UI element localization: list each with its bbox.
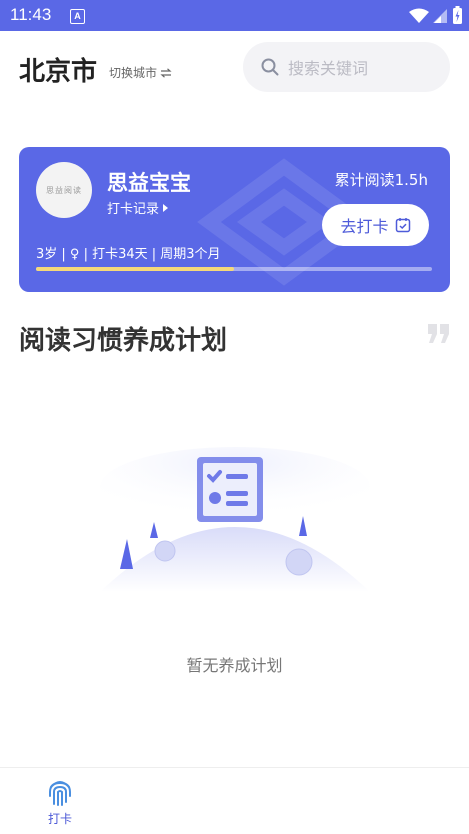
checkin-button-label: 去打卡 xyxy=(340,217,389,236)
checkin-record-label: 打卡记录 xyxy=(107,202,160,217)
avatar: 思益阅读 xyxy=(36,162,92,218)
city-name[interactable]: 北京市 xyxy=(19,51,97,88)
swap-icon xyxy=(160,67,172,78)
cycle-progress-bar xyxy=(36,267,432,271)
checkin-button[interactable]: 去打卡 xyxy=(322,204,429,246)
status-time: 11:43 xyxy=(10,5,52,24)
switch-city-label: 切换城市 xyxy=(109,66,158,80)
child-info: 3岁 | ♀ | 打卡34天 | 周期3个月 xyxy=(36,247,221,262)
status-bar: 11:43 A xyxy=(0,0,469,31)
battery-icon xyxy=(453,6,462,24)
section-title: 阅读习惯养成计划 xyxy=(19,326,228,356)
reading-total: 累计阅读1.5h xyxy=(334,171,428,189)
child-card[interactable]: 思益阅读 思益宝宝 打卡记录 累计阅读1.5h 去打卡 3岁 | ♀ | 打卡3… xyxy=(19,147,450,292)
tab-checkin-label: 打卡 xyxy=(47,812,72,826)
cycle-progress-fill xyxy=(36,267,234,271)
search-input[interactable]: 搜索关键词 xyxy=(243,42,450,92)
calendar-check-icon xyxy=(395,218,410,233)
avatar-logo-text: 思益阅读 xyxy=(46,185,82,195)
wifi-icon xyxy=(409,8,429,23)
fingerprint-icon xyxy=(49,781,71,806)
notification-icon: A xyxy=(70,9,85,24)
tab-checkin[interactable]: 打卡 xyxy=(34,777,86,827)
status-icons xyxy=(409,6,463,25)
empty-plan-illustration xyxy=(100,447,370,592)
child-name: 思益宝宝 xyxy=(107,171,191,195)
caret-right-icon xyxy=(163,203,169,212)
search-icon xyxy=(261,58,279,76)
switch-city-button[interactable]: 切换城市 xyxy=(109,64,172,81)
signal-icon xyxy=(433,8,447,23)
empty-state-text: 暂无养成计划 xyxy=(186,656,283,675)
quote-icon xyxy=(428,324,449,343)
checkin-record-link[interactable]: 打卡记录 xyxy=(107,198,169,217)
header: 北京市 切换城市 搜索关键词 xyxy=(0,31,469,101)
search-placeholder: 搜索关键词 xyxy=(288,59,369,78)
bottom-tab-bar: 打卡 xyxy=(0,767,469,834)
